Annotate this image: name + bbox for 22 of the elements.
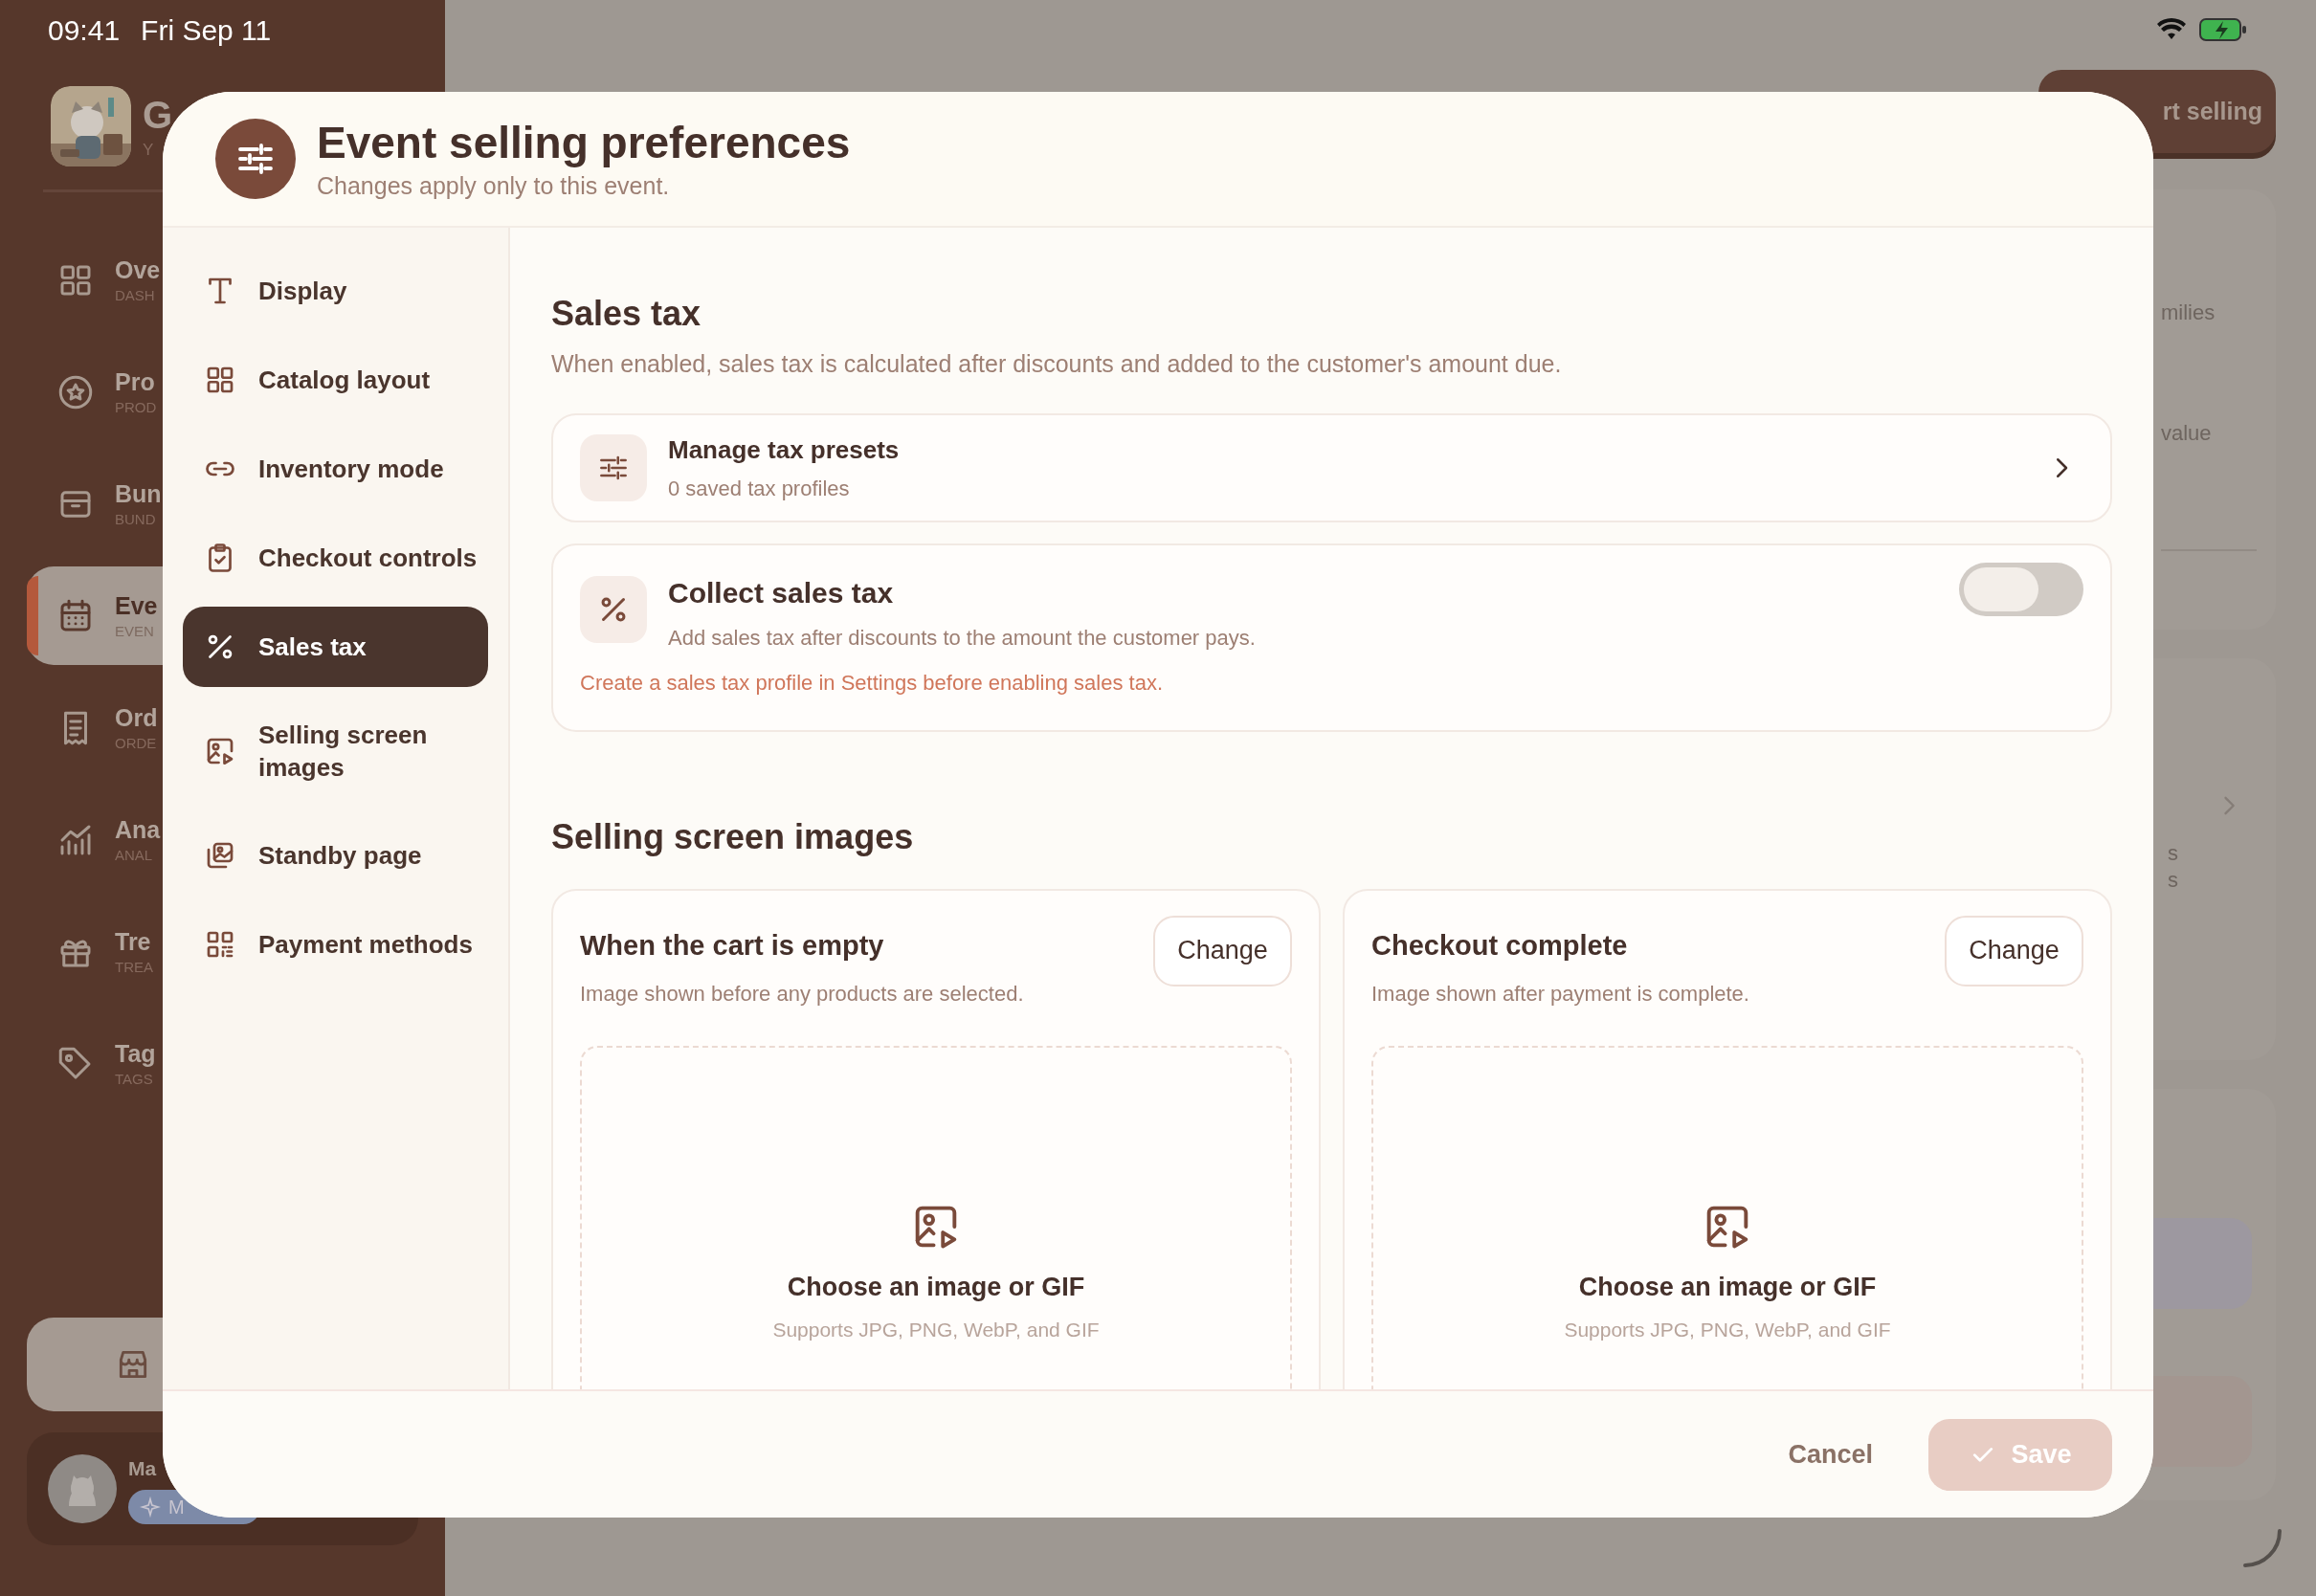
section-heading: Sales tax [551, 293, 702, 335]
row-title: Manage tax presets [668, 433, 901, 466]
row-subtitle: 0 saved tax profiles [668, 475, 851, 502]
card-title: Checkout complete [1371, 928, 1629, 963]
warning-text: Create a sales tax profile in Settings before enabling sales tax. [580, 669, 1165, 697]
status-time: 09:41 [48, 12, 121, 48]
card-subtitle: Image shown before any products are selected. [580, 981, 1025, 1008]
section-heading: Selling screen images [551, 815, 915, 858]
row-subtitle: Add sales tax after discounts to the amount the customer pays. [668, 624, 1257, 652]
app-name: G [143, 95, 173, 134]
card-subtitle: Image shown after payment is complete. [1371, 981, 1750, 1008]
drop-formats: Supports JPG, PNG, WebP, and GIF [772, 1317, 1100, 1342]
dialog-title: Event selling preferences [317, 117, 851, 169]
user-name: Ma [128, 1456, 158, 1482]
drop-prompt: Choose an image or GIF [787, 1272, 1085, 1303]
dialog-subtitle: Changes apply only to this event. [317, 171, 671, 201]
card-title: When the cart is empty [580, 928, 885, 963]
row-title: Collect sales tax [668, 575, 895, 610]
drop-formats: Supports JPG, PNG, WebP, and GIF [1564, 1317, 1891, 1342]
status-date: Fri Sep 11 [141, 12, 272, 48]
drop-prompt: Choose an image or GIF [1578, 1272, 1877, 1303]
section-description: When enabled, sales tax is calculated after discounts and added to the customer's amount due. [551, 349, 1563, 379]
